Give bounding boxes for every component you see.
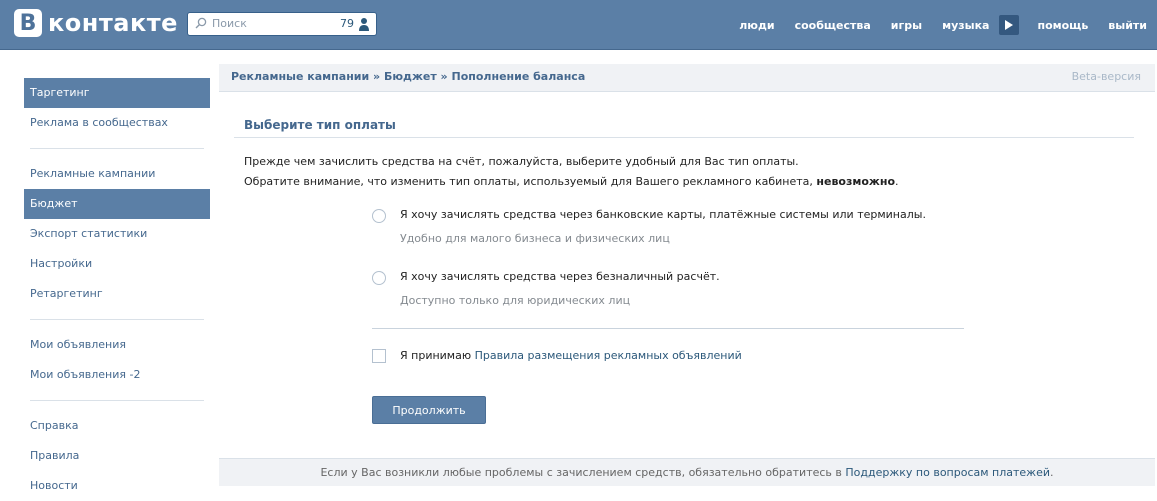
page-title: Выберите тип оплаты (244, 118, 396, 132)
vk-logo[interactable]: В контакте (14, 9, 178, 37)
option-label[interactable]: Я хочу зачислять средства через безналич… (400, 270, 720, 283)
radio-cashless[interactable] (372, 271, 386, 285)
search-icon (195, 17, 207, 29)
beta-label: Beta-версия (1071, 70, 1141, 83)
person-icon (359, 18, 369, 31)
sidebar-item-my-ads-2[interactable]: Мои объявления -2 (24, 360, 210, 390)
rules-link[interactable]: Правила размещения рекламных объявлений (475, 349, 742, 362)
sidebar-item-export-stats[interactable]: Экспорт статистики (24, 219, 210, 249)
nav-communities[interactable]: сообщества (785, 19, 881, 32)
agree-prefix: Я принимаю (400, 349, 475, 362)
sidebar-item-settings[interactable]: Настройки (24, 249, 210, 279)
option-hint: Удобно для малого бизнеса и физических л… (400, 232, 670, 245)
support-link[interactable]: Поддержку по вопросам платежей (845, 466, 1050, 479)
sidebar-divider (30, 319, 204, 320)
play-button[interactable] (999, 15, 1020, 35)
nav-people[interactable]: люди (729, 19, 784, 32)
footer-text: Если у Вас возникли любые проблемы с зач… (219, 466, 1155, 479)
sidebar-item-campaigns[interactable]: Рекламные кампании (24, 159, 210, 189)
option-hint: Доступно только для юридических лиц (400, 294, 631, 307)
play-icon (1005, 20, 1014, 30)
sidebar-item-help[interactable]: Справка (24, 411, 210, 441)
search-input[interactable]: Поиск 79 (187, 12, 377, 36)
online-count: 79 (340, 17, 354, 30)
sidebar: Таргетинг Реклама в сообществах Рекламны… (24, 78, 210, 501)
options-divider (372, 328, 964, 329)
option-label[interactable]: Я хочу зачислять средства через банковск… (400, 208, 926, 221)
warning-suffix: . (895, 175, 899, 188)
intro-text: Прежде чем зачислить средства на счёт, п… (244, 155, 799, 168)
breadcrumb[interactable]: Рекламные кампании » Бюджет » Пополнение… (231, 70, 585, 83)
footer-bar: Если у Вас возникли любые проблемы с зач… (219, 458, 1155, 486)
sidebar-item-news[interactable]: Новости (24, 471, 210, 501)
sidebar-divider (30, 148, 204, 149)
warning-text: Обратите внимание, что изменить тип опла… (244, 175, 899, 188)
sidebar-divider (30, 400, 204, 401)
sidebar-item-community-ads[interactable]: Реклама в сообществах (24, 108, 210, 138)
logo-mark: В (14, 9, 42, 37)
continue-button[interactable]: Продолжить (372, 396, 486, 424)
agree-label: Я принимаю Правила размещения рекламных … (400, 349, 742, 362)
sidebar-item-budget[interactable]: Бюджет (24, 189, 210, 219)
breadcrumb-bar: Рекламные кампании » Бюджет » Пополнение… (219, 64, 1155, 92)
nav-games[interactable]: игры (881, 19, 932, 32)
nav-help[interactable]: помощь (1027, 19, 1098, 32)
agree-checkbox[interactable] (372, 349, 386, 363)
sidebar-item-targeting[interactable]: Таргетинг (24, 78, 210, 108)
logo-text: контакте (48, 9, 178, 37)
footer-suffix: . (1050, 466, 1054, 479)
title-divider (234, 137, 1134, 138)
warning-bold: невозможно (816, 175, 896, 188)
nav-logout[interactable]: выйти (1098, 19, 1157, 32)
sidebar-item-my-ads[interactable]: Мои объявления (24, 330, 210, 360)
warning-prefix: Обратите внимание, что изменить тип опла… (244, 175, 817, 188)
search-placeholder: Поиск (212, 17, 247, 30)
top-header: В контакте Поиск 79 люди сообщества игры… (0, 0, 1157, 50)
sidebar-item-rules[interactable]: Правила (24, 441, 210, 471)
sidebar-item-retargeting[interactable]: Ретаргетинг (24, 279, 210, 309)
footer-prefix: Если у Вас возникли любые проблемы с зач… (320, 466, 846, 479)
radio-cards[interactable] (372, 209, 386, 223)
nav-music[interactable]: музыка (932, 19, 999, 32)
top-nav: люди сообщества игры музыка помощь выйти (729, 0, 1157, 50)
